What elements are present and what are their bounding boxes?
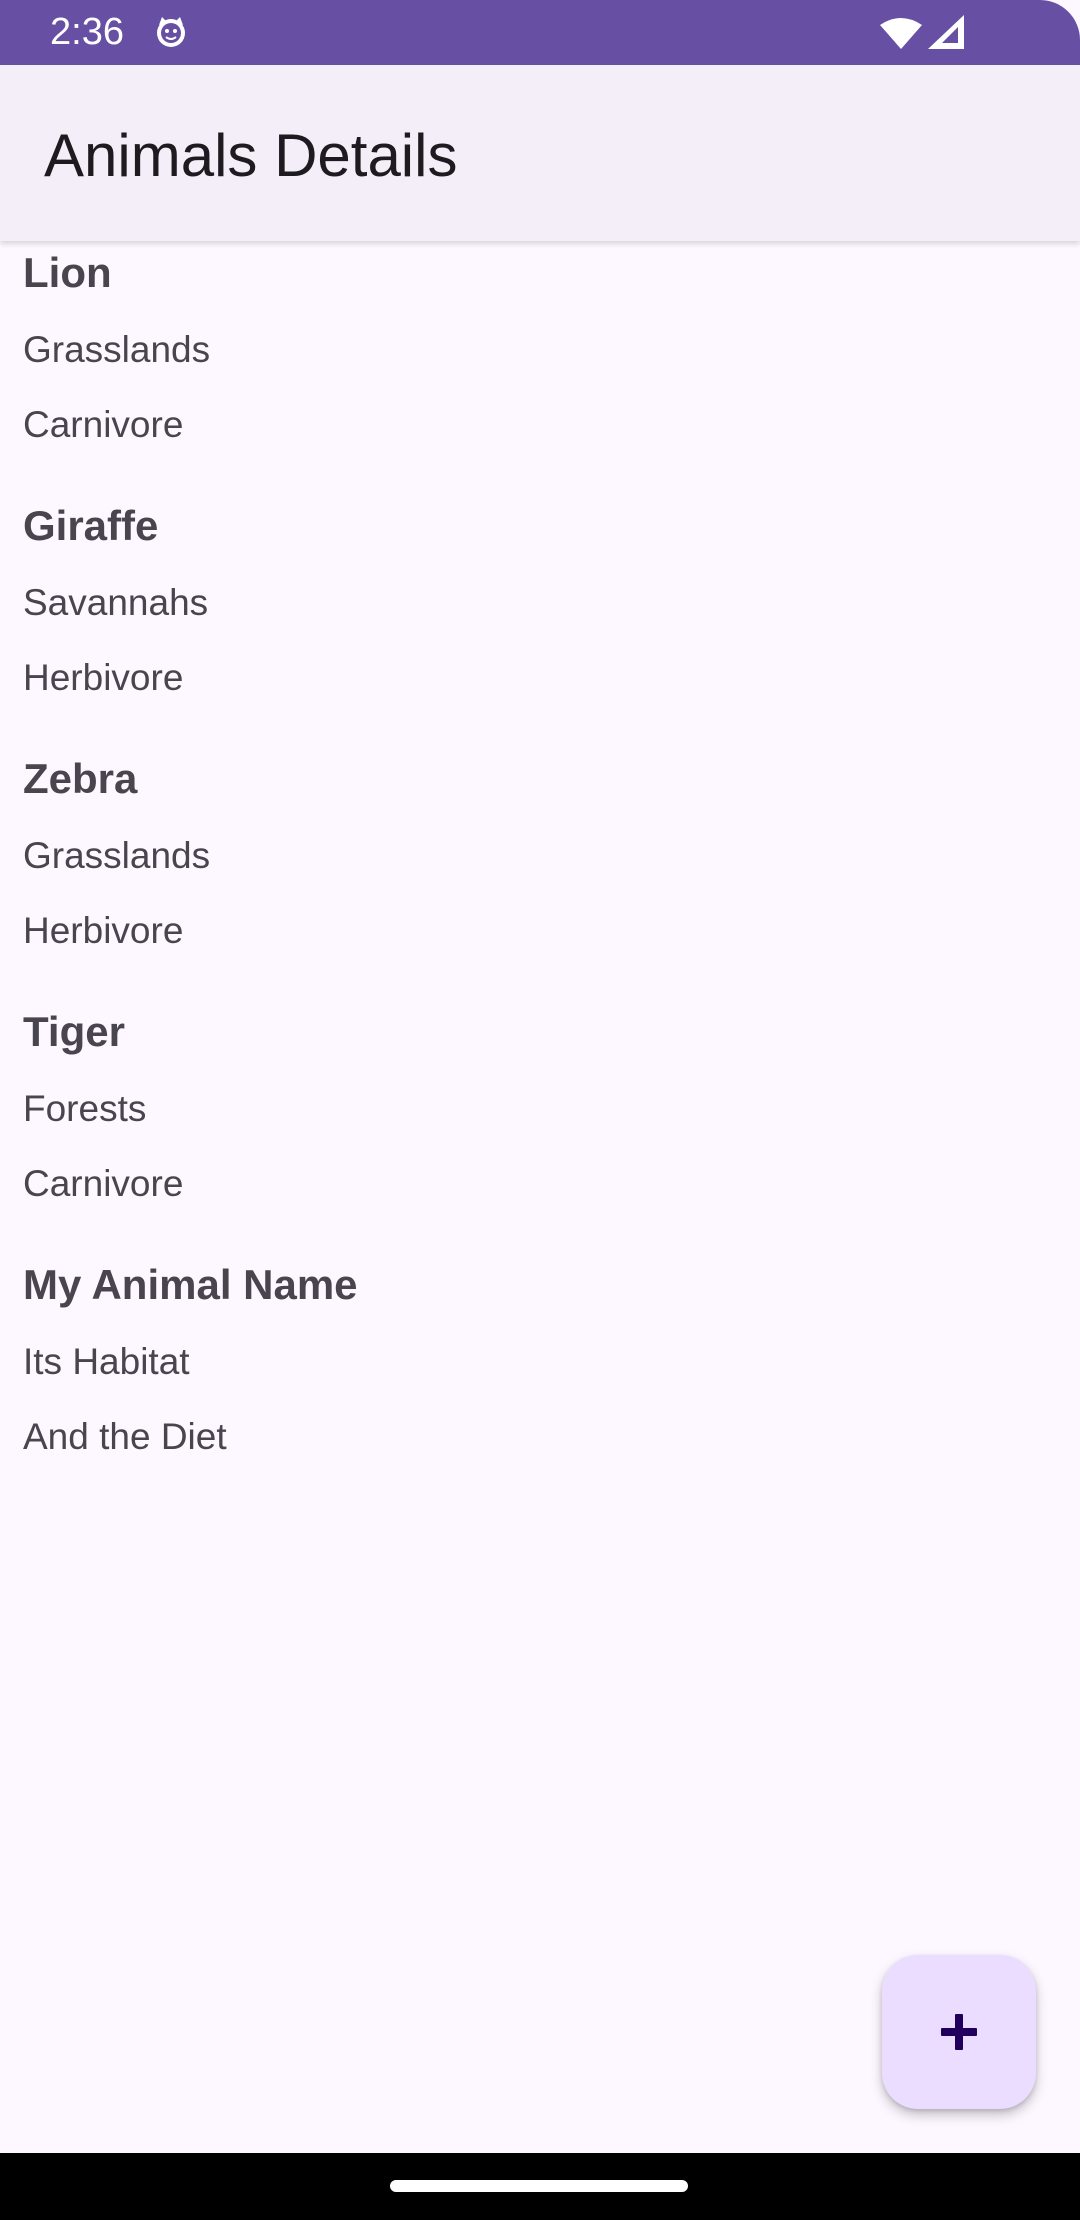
page-title: Animals Details [44, 122, 458, 189]
home-gesture-handle[interactable] [390, 2180, 688, 2192]
animal-diet: Carnivore [23, 404, 184, 445]
animal-diet: And the Diet [23, 1416, 227, 1457]
animal-list: Lion Grasslands Carnivore Giraffe Savann… [0, 241, 1080, 1506]
list-item[interactable]: Zebra Grasslands Herbivore [0, 747, 1080, 1000]
screen: 2:36 Animals Details Lion Grasslands Car… [0, 0, 1080, 2220]
animal-habitat: Forests [23, 1088, 147, 1129]
cell-signal-icon [928, 15, 964, 49]
plus-icon [941, 2014, 977, 2050]
add-animal-button[interactable] [882, 1955, 1036, 2109]
cat-face-icon [157, 17, 185, 47]
app-bar: Animals Details [0, 65, 1080, 241]
animal-name: Zebra [23, 755, 138, 802]
list-item[interactable]: Giraffe Savannahs Herbivore [0, 494, 1080, 747]
status-bar: 2:36 [0, 0, 1080, 65]
animal-habitat: Savannahs [23, 582, 209, 623]
list-item[interactable]: My Animal Name Its Habitat And the Diet [0, 1253, 1080, 1506]
animal-name: My Animal Name [23, 1261, 358, 1308]
list-item[interactable]: Tiger Forests Carnivore [0, 1000, 1080, 1253]
status-time: 2:36 [50, 11, 124, 53]
animal-diet: Herbivore [23, 910, 184, 951]
animal-diet: Herbivore [23, 657, 184, 698]
animal-diet: Carnivore [23, 1163, 184, 1204]
animal-name: Tiger [23, 1008, 125, 1055]
animal-name: Lion [23, 249, 112, 296]
animal-name: Giraffe [23, 502, 159, 549]
animal-habitat: Its Habitat [23, 1341, 190, 1382]
animal-habitat: Grasslands [23, 329, 211, 370]
list-item[interactable]: Lion Grasslands Carnivore [0, 241, 1080, 494]
navigation-bar [0, 2153, 1080, 2220]
animal-habitat: Grasslands [23, 835, 211, 876]
wifi-icon [880, 18, 922, 49]
